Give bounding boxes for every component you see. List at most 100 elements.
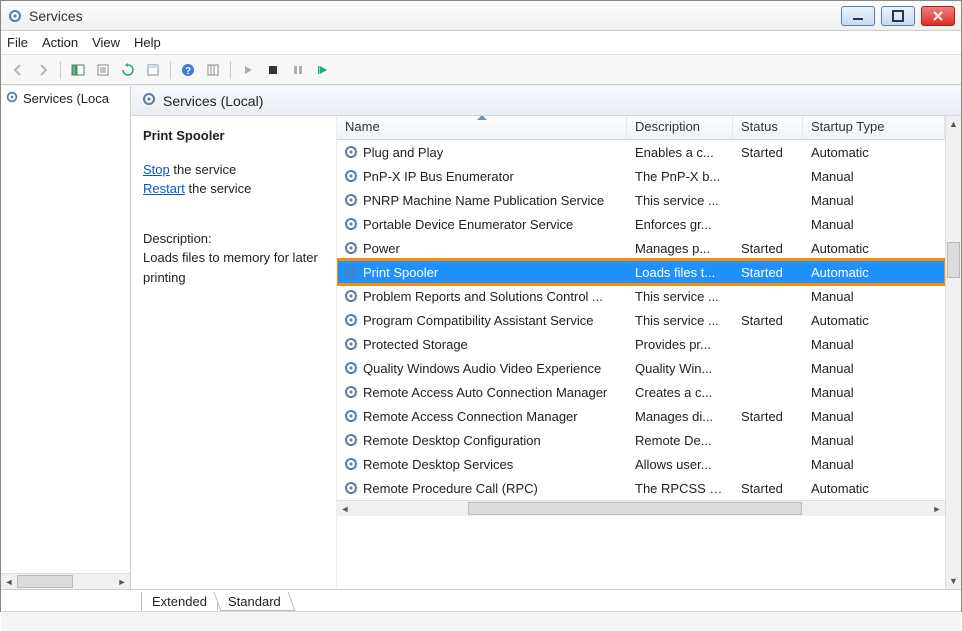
stop-service-button[interactable] (262, 59, 284, 81)
start-service-button[interactable] (237, 59, 259, 81)
gear-icon (343, 168, 359, 184)
service-name-cell: Portable Device Enumerator Service (363, 217, 573, 232)
column-header-description[interactable]: Description (627, 116, 733, 139)
console-tree-pane: Services (Loca ◄ ► (1, 86, 131, 589)
stop-service-line: Stop the service (143, 160, 326, 180)
column-header-name[interactable]: Name (337, 116, 627, 139)
list-vertical-scrollbar[interactable]: ▲ ▼ (945, 116, 961, 589)
svg-text:?: ? (185, 66, 191, 77)
gear-icon (343, 312, 359, 328)
service-startup-cell: Manual (803, 337, 945, 352)
service-description-cell: Allows user... (627, 457, 733, 472)
detail-panel: Print Spooler Stop the service Restart t… (131, 116, 336, 589)
table-row[interactable]: Quality Windows Audio Video ExperienceQu… (337, 356, 945, 380)
stop-service-link[interactable]: Stop (143, 162, 170, 177)
service-status-cell: Started (733, 313, 803, 328)
refresh-button[interactable] (117, 59, 139, 81)
table-row[interactable]: PNRP Machine Name Publication Service Thi… (337, 188, 945, 212)
table-row[interactable]: Remote Procedure Call (RPC)The RPCSS s..… (337, 476, 945, 500)
service-name-cell: Print Spooler (363, 265, 438, 280)
scrollbar-thumb[interactable] (17, 575, 73, 588)
gear-icon (343, 384, 359, 400)
restart-service-link[interactable]: Restart (143, 181, 185, 196)
menu-view[interactable]: View (92, 35, 120, 50)
service-status-cell: Started (733, 409, 803, 424)
scroll-right-icon[interactable]: ► (929, 501, 945, 516)
service-startup-cell: Manual (803, 193, 945, 208)
service-name-cell: PnP-X IP Bus Enumerator (363, 169, 514, 184)
service-startup-cell: Automatic (803, 313, 945, 328)
gear-icon (343, 480, 359, 496)
table-row[interactable]: PowerManages p...StartedAutomatic (337, 236, 945, 260)
service-startup-cell: Automatic (803, 241, 945, 256)
scroll-left-icon[interactable]: ◄ (337, 501, 353, 516)
maximize-button[interactable] (881, 6, 915, 26)
service-description-cell: The PnP-X b... (627, 169, 733, 184)
gear-icon (5, 90, 19, 107)
selected-service-name: Print Spooler (143, 126, 326, 146)
scroll-up-icon[interactable]: ▲ (946, 116, 961, 132)
table-row[interactable]: Remote Access Connection ManagerManages … (337, 404, 945, 428)
table-row[interactable]: Print SpoolerLoads files t...StartedAuto… (337, 260, 945, 284)
service-name-cell: Remote Access Auto Connection Manager (363, 385, 607, 400)
scroll-right-icon[interactable]: ► (114, 574, 130, 589)
scroll-left-icon[interactable]: ◄ (1, 574, 17, 589)
description-label: Description: (143, 229, 326, 249)
scrollbar-thumb[interactable] (947, 242, 960, 278)
table-row[interactable]: Portable Device Enumerator Service Enforc… (337, 212, 945, 236)
service-name-cell: Problem Reports and Solutions Control ..… (363, 289, 603, 304)
table-row[interactable]: Program Compatibility Assistant ServiceT… (337, 308, 945, 332)
service-startup-cell: Manual (803, 361, 945, 376)
table-row[interactable]: Protected StorageProvides pr...Manual (337, 332, 945, 356)
service-startup-cell: Manual (803, 289, 945, 304)
gear-icon (343, 288, 359, 304)
window-title: Services (29, 8, 841, 24)
status-bar (1, 611, 961, 631)
service-startup-cell: Manual (803, 409, 945, 424)
service-description-cell: Remote De... (627, 433, 733, 448)
menu-help[interactable]: Help (134, 35, 161, 50)
table-row[interactable]: Remote Desktop ServicesAllows user...Man… (337, 452, 945, 476)
service-startup-cell: Manual (803, 433, 945, 448)
gear-icon (343, 264, 359, 280)
table-row[interactable]: Problem Reports and Solutions Control ..… (337, 284, 945, 308)
column-header-startup[interactable]: Startup Type (803, 116, 945, 139)
gear-icon (343, 408, 359, 424)
table-row[interactable]: Remote Access Auto Connection ManagerCre… (337, 380, 945, 404)
tab-extended[interactable]: Extended (141, 592, 218, 611)
table-row[interactable]: Plug and PlayEnables a c...StartedAutoma… (337, 140, 945, 164)
service-startup-cell: Automatic (803, 265, 945, 280)
tree-item-services-local[interactable]: Services (Loca (5, 90, 126, 107)
minimize-button[interactable] (841, 6, 875, 26)
scroll-down-icon[interactable]: ▼ (946, 573, 961, 589)
list-horizontal-scrollbar[interactable]: ◄ ► (337, 500, 945, 516)
restart-service-button[interactable] (312, 59, 334, 81)
tab-standard[interactable]: Standard (213, 592, 295, 611)
service-description-cell: Enforces gr... (627, 217, 733, 232)
view-tabs: Extended Standard (1, 589, 961, 611)
service-description-cell: Enables a c... (627, 145, 733, 160)
table-row[interactable]: Remote Desktop ConfigurationRemote De...… (337, 428, 945, 452)
gear-icon (343, 240, 359, 256)
pause-service-button[interactable] (287, 59, 309, 81)
service-name-cell: PNRP Machine Name Publication Service (363, 193, 604, 208)
export-list-button[interactable] (92, 59, 114, 81)
tree-horizontal-scrollbar[interactable]: ◄ ► (1, 573, 130, 589)
table-row[interactable]: PnP-X IP Bus EnumeratorThe PnP-X b...Man… (337, 164, 945, 188)
scrollbar-thumb[interactable] (468, 502, 802, 515)
gear-icon (343, 192, 359, 208)
gear-icon (343, 216, 359, 232)
nav-forward-button[interactable] (32, 59, 54, 81)
toolbar: ? (1, 55, 961, 85)
close-button[interactable] (921, 6, 955, 26)
nav-back-button[interactable] (7, 59, 29, 81)
column-header-status[interactable]: Status (733, 116, 803, 139)
help-button[interactable]: ? (177, 59, 199, 81)
menu-action[interactable]: Action (42, 35, 78, 50)
show-hide-tree-button[interactable] (67, 59, 89, 81)
properties-button[interactable] (142, 59, 164, 81)
menu-file[interactable]: File (7, 35, 28, 50)
service-description-cell: This service ... (627, 193, 733, 208)
columns-button[interactable] (202, 59, 224, 81)
gear-icon (343, 432, 359, 448)
